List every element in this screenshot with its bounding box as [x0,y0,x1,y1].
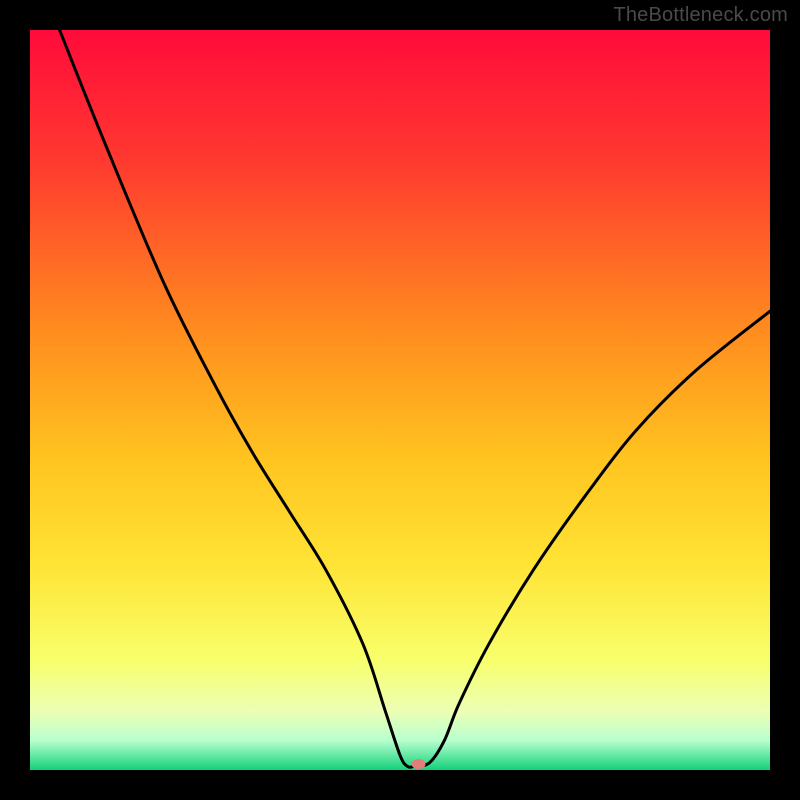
optimum-marker [412,759,426,769]
gradient-background [30,30,770,770]
plot-area [30,30,770,770]
chart-frame: TheBottleneck.com [0,0,800,800]
watermark-text: TheBottleneck.com [613,4,788,27]
chart-svg [30,30,770,770]
